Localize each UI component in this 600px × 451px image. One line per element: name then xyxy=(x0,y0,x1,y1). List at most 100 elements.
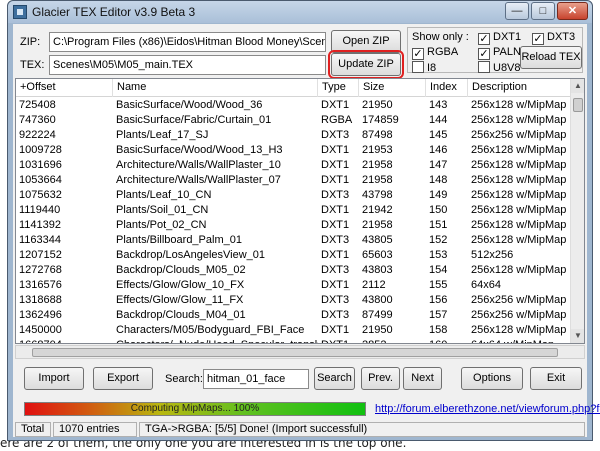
open-zip-button[interactable]: Open ZIP xyxy=(331,30,401,53)
filter-dxt1-checkbox[interactable]: ✓ DXT1 xyxy=(478,31,521,45)
cell-description: 512x256 xyxy=(471,249,514,261)
vertical-scrollbar[interactable]: ▲ ▼ xyxy=(570,79,584,343)
cell-type: DXT3 xyxy=(321,294,350,306)
cell-index: 155 xyxy=(429,279,448,291)
cell-description: 64x64 xyxy=(471,279,501,291)
check-icon: ✓ xyxy=(532,32,544,45)
column-header-offset[interactable]: +Offset xyxy=(16,79,113,97)
cell-size: 87499 xyxy=(362,309,393,321)
zip-path-field[interactable]: C:\Program Files (x86)\Eidos\Hitman Bloo… xyxy=(49,32,326,52)
cell-name: Characters/_Nude/Head_Specular_transluce… xyxy=(113,338,318,343)
show-only-label: Show only : xyxy=(412,31,469,43)
export-button[interactable]: Export xyxy=(93,367,153,390)
horizontal-scrollbar[interactable] xyxy=(15,345,585,359)
table-row[interactable]: 1207152 Backdrop/LosAngelesView_01 DXT1 656… xyxy=(16,248,572,263)
exit-button[interactable]: Exit xyxy=(530,367,582,390)
cell-size: 43803 xyxy=(362,264,393,276)
cell-type: DXT3 xyxy=(321,129,350,141)
client-area: ZIP: C:\Program Files (x86)\Eidos\Hitman… xyxy=(13,24,600,437)
cell-offset: 1316576 xyxy=(19,279,62,291)
minimize-button[interactable]: — xyxy=(505,2,529,20)
progress-bar: Computing MipMaps... 100% xyxy=(24,402,366,416)
cell-offset: 1318688 xyxy=(19,294,62,306)
filter-u8v8-label: U8V8 xyxy=(493,62,521,74)
table-row[interactable]: 1362496 Backdrop/Clouds_M04_01 DXT3 87499 15… xyxy=(16,308,572,323)
cell-offset: 1163344 xyxy=(19,234,62,246)
filter-dxt3-checkbox[interactable]: ✓ DXT3 xyxy=(532,31,575,45)
list-rows: 725408 BasicSurface/Wood/Wood_36 DXT1 21950… xyxy=(16,98,572,343)
update-zip-button[interactable]: Update ZIP xyxy=(328,50,404,79)
cell-index: 147 xyxy=(429,159,448,171)
table-row[interactable]: 1141392 Plants/Pot_02_CN DXT1 21958 151 256x1… xyxy=(16,218,572,233)
list-header: +Offset Name Type Size Index Description xyxy=(16,79,572,97)
title-bar[interactable]: Glacier TEX Editor v3.9 Beta 3 — □ ✕ xyxy=(8,1,592,23)
table-row[interactable]: 747360 BasicSurface/Fabric/Curtain_01 RGBA… xyxy=(16,113,572,128)
texture-list[interactable]: +Offset Name Type Size Index Description… xyxy=(15,78,585,344)
table-row[interactable]: 1318688 Effects/Glow/Glow_11_FX DXT3 43800 1… xyxy=(16,293,572,308)
import-button[interactable]: Import xyxy=(24,367,84,390)
cell-size: 21958 xyxy=(362,159,393,171)
cell-name: Plants/Billboard_Palm_01 xyxy=(116,234,242,246)
cell-index: 150 xyxy=(429,204,448,216)
status-total-label: Total xyxy=(15,422,51,437)
filter-u8v8-checkbox[interactable]: U8V8 xyxy=(478,61,521,75)
status-bar: Total 1070 entries TGA->RGBA: [5/5] Done… xyxy=(13,421,587,437)
cell-size: 2112 xyxy=(362,279,386,291)
cell-size: 21958 xyxy=(362,219,393,231)
forum-link[interactable]: http://forum.elberethzone.net/viewforum.… xyxy=(375,403,600,415)
check-icon: ✓ xyxy=(478,47,490,60)
table-row[interactable]: 1450000 Characters/M05/Bodyguard_FBI_Face… xyxy=(16,323,572,338)
cell-size: 43805 xyxy=(362,234,393,246)
column-header-name[interactable]: Name xyxy=(113,79,318,97)
cell-index: 157 xyxy=(429,309,448,321)
filter-paln-checkbox[interactable]: ✓ PALN xyxy=(478,46,521,60)
cell-name: Architecture/Walls/WallPlaster_10 xyxy=(116,159,281,171)
status-message: TGA->RGBA: [5/5] Done! (Import successfu… xyxy=(139,422,585,437)
cell-description: 256x256 w/MipMap xyxy=(471,294,567,306)
cell-offset: 1450000 xyxy=(19,324,62,336)
next-button[interactable]: Next xyxy=(403,367,442,390)
filter-rgba-checkbox[interactable]: ✓ RGBA xyxy=(412,46,458,60)
column-header-type[interactable]: Type xyxy=(318,79,359,97)
maximize-button[interactable]: □ xyxy=(531,2,555,20)
status-entries: 1070 entries xyxy=(53,422,137,437)
table-row[interactable]: 922224 Plants/Leaf_17_SJ DXT3 87498 145 256x2… xyxy=(16,128,572,143)
filter-i8-checkbox[interactable]: I8 xyxy=(412,61,436,75)
filter-dxt3-label: DXT3 xyxy=(547,31,576,43)
table-row[interactable]: 1075632 Plants/Leaf_10_CN DXT3 43798 149 256x… xyxy=(16,188,572,203)
horizontal-scroll-thumb[interactable] xyxy=(32,348,558,357)
reload-tex-button[interactable]: Reload TEX xyxy=(520,46,582,69)
table-row[interactable]: 1272768 Backdrop/Clouds_M05_02 DXT3 43803 15… xyxy=(16,263,572,278)
table-row[interactable]: 1163344 Plants/Billboard_Palm_01 DXT3 43805… xyxy=(16,233,572,248)
cell-offset: 1207152 xyxy=(19,249,62,261)
cell-index: 145 xyxy=(429,129,448,141)
options-button[interactable]: Options xyxy=(461,367,523,390)
cell-name: Plants/Pot_02_CN xyxy=(116,219,207,231)
cell-description: 256x128 w/MipMap xyxy=(471,324,567,336)
close-button[interactable]: ✕ xyxy=(557,2,588,20)
prev-button[interactable]: Prev. xyxy=(361,367,400,390)
tex-path-field[interactable]: Scenes\M05\M05_main.TEX xyxy=(49,55,326,75)
scroll-thumb[interactable] xyxy=(573,98,583,112)
scroll-up-arrow-icon[interactable]: ▲ xyxy=(571,79,584,93)
column-header-description[interactable]: Description xyxy=(468,79,572,97)
column-header-size[interactable]: Size xyxy=(359,79,426,97)
table-row[interactable]: 1053664 Architecture/Walls/WallPlaster_07… xyxy=(16,173,572,188)
table-row[interactable]: 1316576 Effects/Glow/Glow_10_FX DXT1 2112 15… xyxy=(16,278,572,293)
cell-index: 160 xyxy=(426,338,468,343)
cell-name: Plants/Soil_01_CN xyxy=(116,204,209,216)
cell-type: DXT3 xyxy=(321,309,350,321)
cell-type: DXT1 xyxy=(321,219,350,231)
table-row[interactable]: 1119440 Plants/Soil_01_CN DXT1 21942 150 256x… xyxy=(16,203,572,218)
cell-size: 65603 xyxy=(362,249,393,261)
column-header-index[interactable]: Index xyxy=(426,79,468,97)
search-input[interactable]: hitman_01_face xyxy=(203,369,309,389)
table-row[interactable]: 725408 BasicSurface/Wood/Wood_36 DXT1 21950… xyxy=(16,98,572,113)
table-row[interactable]: 1009728 BasicSurface/Wood/Wood_13_H3 DXT1 2… xyxy=(16,143,572,158)
cell-size: 174859 xyxy=(362,114,399,126)
scroll-down-arrow-icon[interactable]: ▼ xyxy=(571,329,584,343)
search-button[interactable]: Search xyxy=(314,367,355,390)
cell-index: 156 xyxy=(429,294,448,306)
table-row[interactable]: 1668704Characters/_Nude/Head_Specular_tr… xyxy=(16,338,572,343)
table-row[interactable]: 1031696 Architecture/Walls/WallPlaster_10… xyxy=(16,158,572,173)
